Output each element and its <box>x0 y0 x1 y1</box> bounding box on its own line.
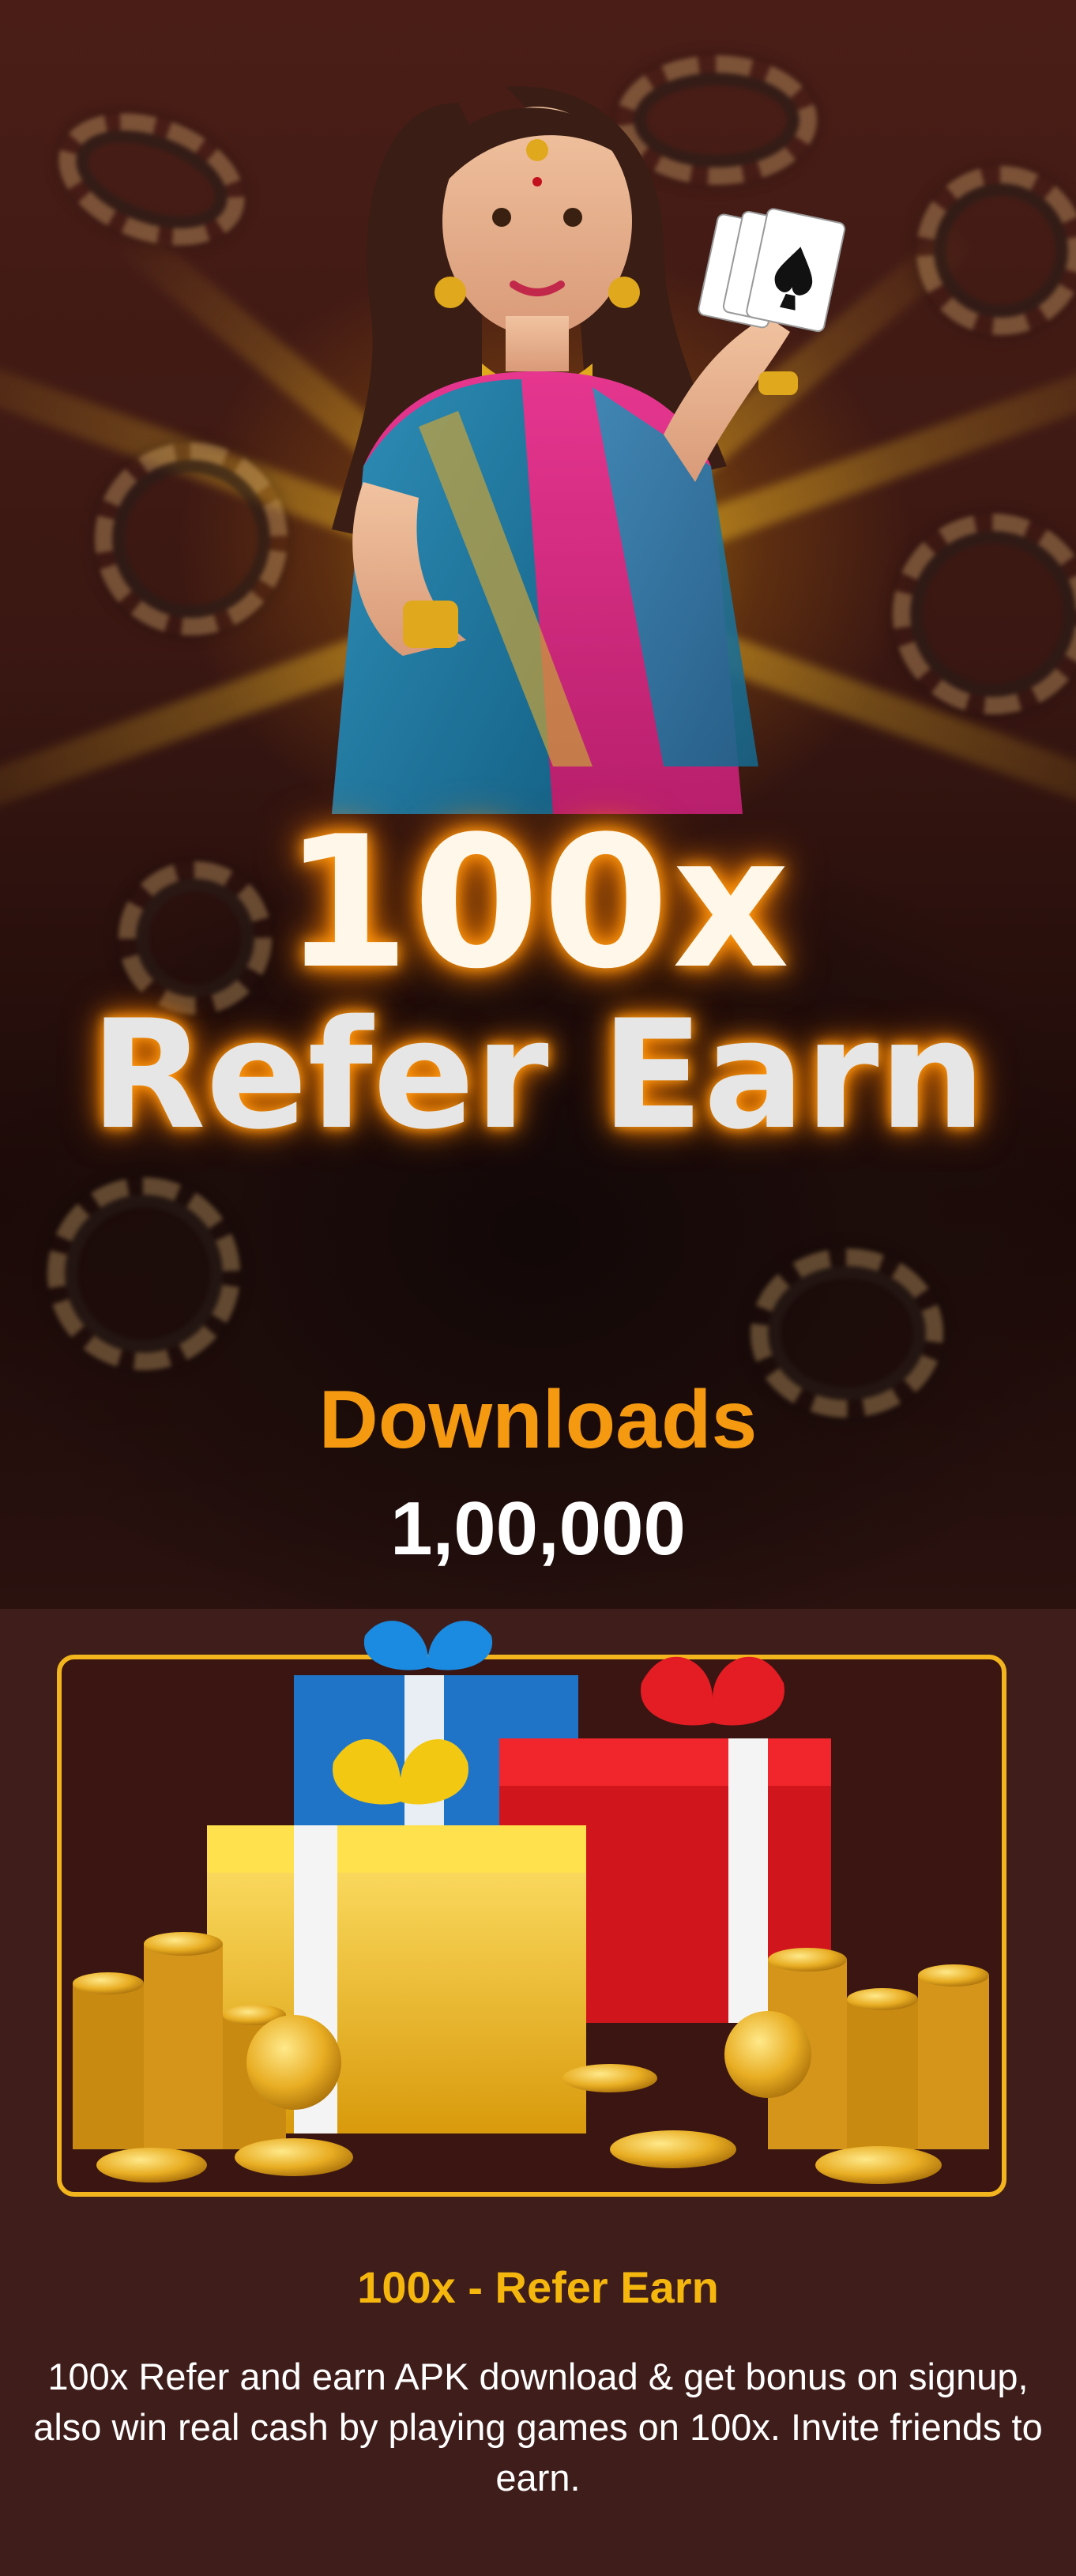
headline-multiplier: 100x <box>283 798 793 1009</box>
poker-chip-icon <box>47 1177 240 1370</box>
promo-description: 100x Refer and earn APK download & get b… <box>33 2356 1043 2499</box>
poker-chip-icon <box>893 514 1076 714</box>
poker-chip-icon <box>916 166 1076 335</box>
downloads-count: 1,00,000 <box>390 1486 686 1571</box>
hero-illustration <box>332 86 846 814</box>
gift-illustration <box>73 1621 989 2184</box>
hero-banner: 100x Refer Earn Downloads 1,00,000 <box>0 0 1076 1609</box>
playing-cards-icon <box>698 208 846 333</box>
downloads-label: Downloads <box>318 1374 758 1466</box>
headline-refer-earn: Refer Earn <box>90 988 986 1162</box>
promo-title: 100x - Refer Earn <box>357 2262 719 2312</box>
